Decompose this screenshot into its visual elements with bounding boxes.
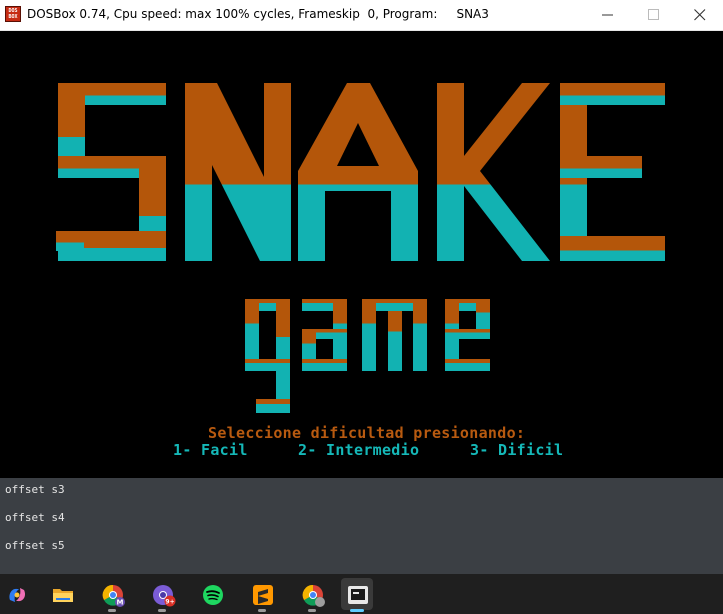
spotify-icon bbox=[203, 585, 223, 605]
spotify-button[interactable] bbox=[196, 578, 228, 610]
dosbox-window: DOS BOX DOSBox 0.74, Cpu speed: max 100%… bbox=[0, 0, 723, 478]
code-line[interactable]: offset s5 bbox=[5, 539, 65, 552]
copilot-button[interactable] bbox=[0, 578, 32, 610]
running-indicator bbox=[308, 609, 316, 612]
chrome-icon: 9+ bbox=[153, 585, 176, 607]
option-easy: 1- Facil bbox=[173, 441, 248, 459]
difficulty-prompt: Seleccione dificultad presionando: bbox=[208, 424, 526, 442]
folder-icon bbox=[53, 589, 73, 602]
game-subtitle-letters bbox=[245, 299, 490, 413]
dosbox-icon bbox=[348, 586, 368, 604]
close-icon bbox=[694, 9, 706, 21]
chrome-profile-m-button[interactable]: M bbox=[96, 578, 128, 612]
chrome-button[interactable] bbox=[296, 578, 328, 612]
sublime-text-icon bbox=[253, 585, 273, 605]
code-line[interactable]: offset s4 bbox=[5, 511, 65, 524]
sublime-text-button[interactable] bbox=[246, 578, 278, 612]
option-medium: 2- Intermedio bbox=[298, 441, 420, 459]
dosbox-taskbar-button[interactable] bbox=[341, 578, 373, 612]
active-indicator bbox=[350, 609, 364, 612]
title-bar[interactable]: DOS BOX DOSBox 0.74, Cpu speed: max 100%… bbox=[0, 0, 723, 31]
running-indicator bbox=[108, 609, 116, 612]
taskbar: M 9+ bbox=[0, 574, 723, 614]
code-line[interactable]: offset s3 bbox=[5, 483, 65, 496]
running-indicator bbox=[158, 609, 166, 612]
close-button[interactable] bbox=[677, 0, 723, 30]
dos-screen[interactable]: Seleccione dificultad presionando: 1- Fa… bbox=[2, 31, 721, 478]
copilot-icon bbox=[9, 588, 26, 602]
svg-text:M: M bbox=[117, 599, 124, 607]
chrome-icon: M bbox=[102, 584, 125, 607]
chrome-icon bbox=[302, 584, 325, 607]
maximize-button[interactable] bbox=[631, 0, 677, 30]
maximize-icon bbox=[648, 9, 659, 20]
dosbox-app-icon[interactable]: DOS BOX bbox=[5, 6, 21, 22]
running-indicator bbox=[258, 609, 266, 612]
minimize-icon bbox=[602, 14, 613, 16]
file-explorer-button[interactable] bbox=[46, 578, 78, 610]
snake-game-logo bbox=[56, 83, 665, 413]
svg-text:9+: 9+ bbox=[165, 599, 174, 606]
snake-title-letters bbox=[56, 83, 665, 261]
minimize-button[interactable] bbox=[585, 0, 631, 30]
chrome-profile-badge-button[interactable]: 9+ bbox=[146, 578, 178, 612]
option-hard: 3- Dificil bbox=[470, 441, 564, 459]
background-code-editor[interactable]: offset s3 offset s4 offset s5 bbox=[0, 478, 723, 574]
window-title: DOSBox 0.74, Cpu speed: max 100% cycles,… bbox=[27, 7, 489, 21]
